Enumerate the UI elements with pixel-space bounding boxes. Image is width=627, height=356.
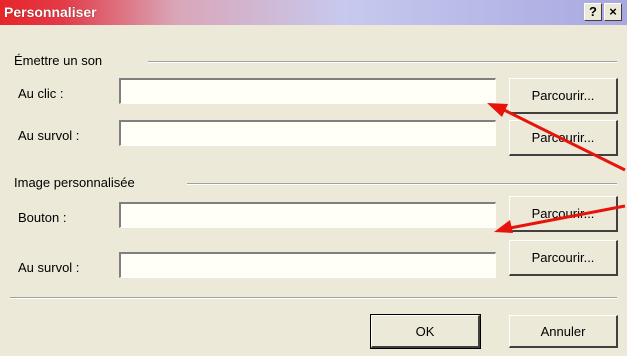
- ok-button[interactable]: OK: [370, 314, 481, 349]
- window-title: Personnaliser: [4, 4, 97, 20]
- on-hover-sound-browse-button[interactable]: Parcourir...: [509, 120, 618, 156]
- cancel-button[interactable]: Annuler: [509, 315, 618, 348]
- footer-separator: [10, 297, 617, 299]
- on-hover-image-label: Au survol :: [18, 260, 80, 275]
- on-hover-image-input[interactable]: [119, 252, 496, 278]
- on-hover-sound-input[interactable]: [119, 120, 496, 146]
- on-click-label: Au clic :: [18, 86, 64, 101]
- on-hover-sound-label: Au survol :: [18, 128, 80, 143]
- on-click-sound-input[interactable]: [119, 78, 496, 104]
- sound-group-label: Émettre un son: [14, 53, 103, 68]
- button-image-browse-button[interactable]: Parcourir...: [509, 196, 618, 232]
- button-image-label: Bouton :: [18, 210, 67, 225]
- on-hover-image-browse-button[interactable]: Parcourir...: [509, 240, 618, 276]
- button-image-input[interactable]: [119, 202, 496, 228]
- annotation-arrow-head: [487, 103, 508, 117]
- image-group-label: Image personnalisée: [14, 175, 135, 190]
- close-button[interactable]: ×: [604, 3, 622, 21]
- image-group-divider: [187, 183, 617, 185]
- help-button[interactable]: ?: [584, 3, 602, 21]
- on-click-browse-button[interactable]: Parcourir...: [509, 78, 618, 114]
- title-bar[interactable]: Personnaliser ? ×: [0, 0, 627, 25]
- sound-group-divider: [148, 61, 617, 63]
